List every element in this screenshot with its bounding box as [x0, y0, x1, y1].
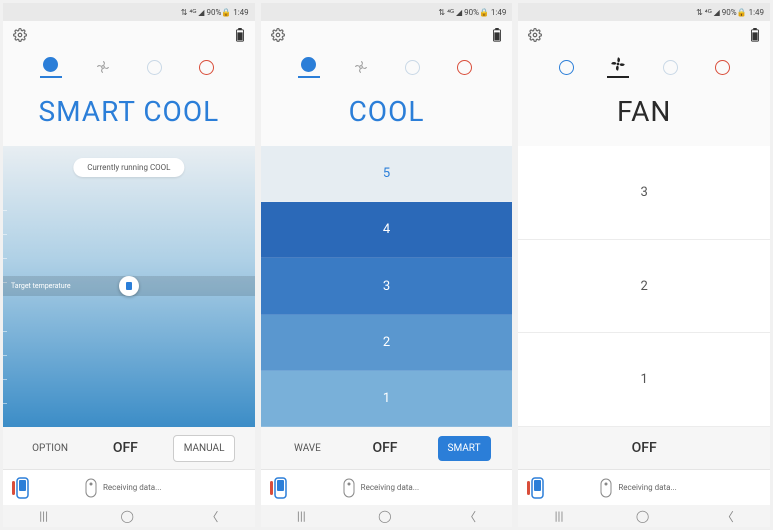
- screen-cool: ⇅ ⁴ᴳ ◢ 90%🔒 1:49 COOL 5 4 3 2 1 WAVE OFF…: [261, 3, 513, 527]
- mode-smart-icon[interactable]: [294, 57, 324, 78]
- mode-cool-icon[interactable]: [140, 60, 170, 75]
- mode-title: FAN: [518, 95, 770, 128]
- level-selector[interactable]: 3 2 1: [518, 146, 770, 427]
- mode-heat-icon[interactable]: [192, 60, 222, 75]
- main-area: 3 2 1: [518, 146, 770, 427]
- slider-knob[interactable]: [119, 276, 139, 296]
- screen-smartcool: ⇅ ⁴ᴳ ◢ 90%🔒 1:49 SMART COOL Currently ru…: [3, 3, 255, 527]
- mode-bar: [3, 49, 255, 85]
- off-button[interactable]: OFF: [619, 433, 669, 463]
- level-3[interactable]: 3: [518, 146, 770, 240]
- android-nav-bar: ||| ◯ 〈: [518, 505, 770, 527]
- screen-fan: ⇅ ⁴ᴳ ◢ 90%🔒 1:49 FAN 3 2 1 OFF Receiving…: [518, 3, 770, 527]
- device-icon: [11, 477, 29, 499]
- mode-bar: [518, 49, 770, 85]
- temperature-slider[interactable]: Target temperature: [3, 276, 255, 296]
- device-icon: [526, 477, 544, 499]
- status-message: Receiving data...: [103, 483, 161, 492]
- device-icon: [269, 477, 287, 499]
- status-message: Receiving data...: [361, 483, 419, 492]
- remote-icon: [600, 478, 612, 498]
- status-message: Receiving data...: [618, 483, 676, 492]
- level-1[interactable]: 1: [261, 371, 513, 427]
- remote-icon: [343, 478, 355, 498]
- main-area: 5 4 3 2 1: [261, 146, 513, 427]
- android-nav-bar: ||| ◯ 〈: [3, 505, 255, 527]
- level-selector[interactable]: 5 4 3 2 1: [261, 146, 513, 427]
- mode-heat-icon[interactable]: [707, 60, 737, 75]
- mode-fan-icon[interactable]: [603, 56, 633, 78]
- level-2[interactable]: 2: [261, 315, 513, 371]
- status-pill: Currently running COOL: [73, 158, 184, 177]
- main-area: Currently running COOL Target temperatur…: [3, 146, 255, 427]
- top-bar: [518, 21, 770, 49]
- mode-smart-icon[interactable]: [551, 60, 581, 75]
- home-button[interactable]: ◯: [121, 509, 134, 523]
- home-button[interactable]: ◯: [636, 509, 649, 523]
- manual-button[interactable]: MANUAL: [173, 435, 236, 462]
- mode-title: SMART COOL: [3, 95, 255, 128]
- mode-fan-icon[interactable]: [88, 59, 118, 75]
- mode-fan-icon[interactable]: [346, 59, 376, 75]
- level-2[interactable]: 2: [518, 240, 770, 334]
- status-text: ⇅ ⁴ᴳ ◢ 90%🔒 1:49: [181, 8, 249, 17]
- level-5[interactable]: 5: [261, 146, 513, 202]
- settings-icon[interactable]: [13, 28, 27, 42]
- level-3[interactable]: 3: [261, 258, 513, 314]
- device-status-row: Receiving data...: [261, 469, 513, 505]
- mode-heat-icon[interactable]: [449, 60, 479, 75]
- smart-button[interactable]: SMART: [438, 436, 491, 461]
- recent-apps-button[interactable]: |||: [39, 509, 48, 523]
- mode-title: COOL: [261, 95, 513, 128]
- status-text: ⇅ ⁴ᴳ ◢ 90%🔒 1:49: [696, 8, 764, 17]
- mode-smart-icon[interactable]: [36, 57, 66, 78]
- mode-cool-icon[interactable]: [397, 60, 427, 75]
- home-button[interactable]: ◯: [378, 509, 391, 523]
- back-button[interactable]: 〈: [206, 508, 218, 525]
- off-button[interactable]: OFF: [100, 433, 150, 463]
- bottom-bar: WAVE OFF SMART: [261, 427, 513, 469]
- slider-label: Target temperature: [11, 282, 71, 290]
- recent-apps-button[interactable]: |||: [555, 509, 564, 523]
- android-nav-bar: ||| ◯ 〈: [261, 505, 513, 527]
- battery-icon: [235, 28, 245, 42]
- bottom-bar: OPTION OFF MANUAL: [3, 427, 255, 469]
- back-button[interactable]: 〈: [722, 508, 734, 525]
- level-1[interactable]: 1: [518, 333, 770, 427]
- remote-icon: [85, 478, 97, 498]
- settings-icon[interactable]: [271, 28, 285, 42]
- status-bar: ⇅ ⁴ᴳ ◢ 90%🔒 1:49: [261, 3, 513, 21]
- option-button[interactable]: OPTION: [22, 436, 78, 461]
- device-status-row: Receiving data...: [3, 469, 255, 505]
- battery-icon: [750, 28, 760, 42]
- wave-button[interactable]: WAVE: [282, 436, 332, 461]
- mode-bar: [261, 49, 513, 85]
- level-4[interactable]: 4: [261, 202, 513, 258]
- recent-apps-button[interactable]: |||: [297, 509, 306, 523]
- mode-cool-icon[interactable]: [655, 60, 685, 75]
- off-button[interactable]: OFF: [360, 433, 410, 463]
- top-bar: [3, 21, 255, 49]
- device-status-row: Receiving data...: [518, 469, 770, 505]
- status-text: ⇅ ⁴ᴳ ◢ 90%🔒 1:49: [438, 8, 506, 17]
- status-bar: ⇅ ⁴ᴳ ◢ 90%🔒 1:49: [518, 3, 770, 21]
- back-button[interactable]: 〈: [464, 508, 476, 525]
- top-bar: [261, 21, 513, 49]
- status-bar: ⇅ ⁴ᴳ ◢ 90%🔒 1:49: [3, 3, 255, 21]
- bottom-bar: OFF: [518, 427, 770, 469]
- settings-icon[interactable]: [528, 28, 542, 42]
- battery-icon: [492, 28, 502, 42]
